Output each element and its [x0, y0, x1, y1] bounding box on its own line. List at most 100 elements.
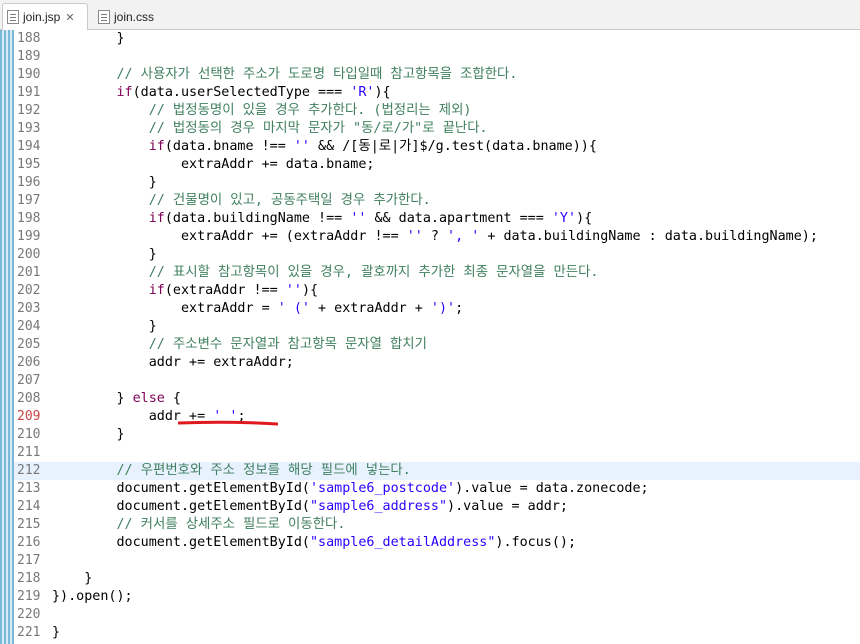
code-line[interactable]: 210 } [14, 426, 860, 444]
code-text: } [52, 570, 92, 588]
code-text: // 법정동명이 있을 경우 추가한다. (법정리는 제외) [52, 102, 472, 120]
code-line[interactable]: 188 } [14, 30, 860, 48]
code-line[interactable]: 204 } [14, 318, 860, 336]
code-token: addr += extraAddr; [52, 355, 294, 370]
code-line[interactable]: 190 // 사용자가 선택한 주소가 도로명 타입일때 참고항목을 조합한다. [14, 66, 860, 84]
code-line[interactable]: 212 // 우편번호와 주소 정보를 해당 필드에 넣는다. [14, 462, 860, 480]
code-token: ')' [430, 301, 456, 316]
code-line[interactable]: 208 } else { [14, 390, 860, 408]
line-number: 195 [17, 157, 41, 172]
code-token: if [116, 85, 133, 100]
code-token: (data.userSelectedType === [132, 85, 351, 100]
line-number: 211 [17, 445, 41, 460]
line-number: 217 [17, 553, 41, 568]
code-text: } [52, 174, 157, 192]
code-token: if [148, 139, 165, 154]
code-line[interactable]: 216 document.getElementById("sample6_det… [14, 534, 860, 552]
code-line[interactable]: 214 document.getElementById("sample6_add… [14, 498, 860, 516]
code-text: if(data.bname !== '' && /[동|로|가]$/g.test… [52, 138, 597, 156]
code-line[interactable]: 217 [14, 552, 860, 570]
line-number: 213 [17, 481, 41, 496]
code-line[interactable]: 209 addr += ' '; [14, 408, 860, 426]
code-line[interactable]: 195 extraAddr += data.bname; [14, 156, 860, 174]
line-number: 212 [17, 463, 41, 478]
code-line[interactable]: 197 // 건물명이 있고, 공동주택일 경우 추가한다. [14, 192, 860, 210]
code-token: ).value = addr; [447, 499, 568, 514]
code-editor[interactable]: 188 } 189 190 // 사용자가 선택한 주소가 도로명 타입일때 참고항… [0, 30, 860, 644]
code-text: } [52, 624, 60, 642]
code-line[interactable]: 199 extraAddr += (extraAddr !== '' ? ', … [14, 228, 860, 246]
code-token: (data.bname !== [164, 139, 294, 154]
code-line[interactable]: 220 [14, 606, 860, 624]
close-icon[interactable]: ✕ [65, 11, 74, 24]
line-number: 196 [17, 175, 41, 190]
code-token: (data.buildingName !== [164, 211, 351, 226]
code-token: } [52, 391, 133, 406]
code-token: ){ [374, 85, 391, 100]
code-line[interactable]: 200 } [14, 246, 860, 264]
code-text: // 사용자가 선택한 주소가 도로명 타입일때 참고항목을 조합한다. [52, 66, 517, 84]
line-number: 214 [17, 499, 41, 514]
code-line[interactable]: 203 extraAddr = ' (' + extraAddr + ')'; [14, 300, 860, 318]
code-line[interactable]: 202 if(extraAddr !== ''){ [14, 282, 860, 300]
line-number: 216 [17, 535, 41, 550]
code-line[interactable]: 193 // 법정동의 경우 마지막 문자가 "동/로/가"로 끝난다. [14, 120, 860, 138]
code-line[interactable]: 196 } [14, 174, 860, 192]
code-line[interactable]: 191 if(data.userSelectedType === 'R'){ [14, 84, 860, 102]
line-number: 197 [17, 193, 41, 208]
code-text: addr += extraAddr; [52, 354, 294, 372]
tab-join-css[interactable]: join.css [94, 3, 166, 30]
code-text: extraAddr = ' (' + extraAddr + ')'; [52, 300, 463, 318]
code-line[interactable]: 219}).open(); [14, 588, 860, 606]
code-token: && data.apartment === [366, 211, 552, 226]
code-line[interactable]: 194 if(data.bname !== '' && /[동|로|가]$/g.… [14, 138, 860, 156]
code-token: (extraAddr !== [164, 283, 286, 298]
line-number: 219 [17, 589, 41, 604]
code-line[interactable]: 198 if(data.buildingName !== '' && data.… [14, 210, 860, 228]
line-number: 191 [17, 85, 41, 100]
code-token: } [52, 31, 125, 46]
code-text: } else { [52, 390, 181, 408]
code-text: // 커서를 상세주소 필드로 이동한다. [52, 516, 345, 534]
code-text: // 건물명이 있고, 공동주택일 경우 추가한다. [52, 192, 431, 210]
code-line[interactable]: 213 document.getElementById('sample6_pos… [14, 480, 860, 498]
editor-tab-bar: join.jsp ✕ join.css [0, 0, 860, 30]
code-line[interactable]: 201 // 표시할 참고항목이 있을 경우, 괄호까지 추가한 최종 문자열을… [14, 264, 860, 282]
code-text: if(data.buildingName !== '' && data.apar… [52, 210, 592, 228]
code-token: + extraAddr + [309, 301, 431, 316]
code-line[interactable]: 215 // 커서를 상세주소 필드로 이동한다. [14, 516, 860, 534]
code-text: document.getElementById('sample6_postcod… [52, 480, 648, 498]
code-token: // 법정동명이 있을 경우 추가한다. (법정리는 제외) [52, 103, 472, 118]
line-number: 204 [17, 319, 41, 334]
code-line[interactable]: 221} [14, 624, 860, 642]
tab-join-jsp[interactable]: join.jsp ✕ [2, 3, 88, 30]
line-number: 208 [17, 391, 41, 406]
code-token: if [148, 283, 165, 298]
code-token: 'R' [350, 85, 375, 100]
line-number: 201 [17, 265, 41, 280]
line-number: 210 [17, 427, 41, 442]
code-token: // 커서를 상세주소 필드로 이동한다. [52, 517, 346, 532]
code-token: // 우편번호와 주소 정보를 해당 필드에 넣는다. [52, 463, 411, 478]
code-token: '' [406, 229, 423, 244]
code-line[interactable]: 218 } [14, 570, 860, 588]
code-line[interactable]: 205 // 주소변수 문자열과 참고항목 문자열 합치기 [14, 336, 860, 354]
line-number: 200 [17, 247, 41, 262]
code-line[interactable]: 192 // 법정동명이 있을 경우 추가한다. (법정리는 제외) [14, 102, 860, 120]
code-line[interactable]: 207 [14, 372, 860, 390]
code-line[interactable]: 206 addr += extraAddr; [14, 354, 860, 372]
code-token: extraAddr = [52, 301, 278, 316]
code-token: ).focus(); [495, 535, 577, 550]
code-line[interactable]: 189 [14, 48, 860, 66]
code-text: // 표시할 참고항목이 있을 경우, 괄호까지 추가한 최종 문자열을 만든다… [52, 264, 599, 282]
code-token: // 주소변수 문자열과 참고항목 문자열 합치기 [52, 337, 427, 352]
code-line[interactable]: 211 [14, 444, 860, 462]
code-token: // 법정동의 경우 마지막 문자가 "동/로/가"로 끝난다. [52, 121, 488, 136]
code-text: // 우편번호와 주소 정보를 해당 필드에 넣는다. [52, 462, 411, 480]
code-text: document.getElementById("sample6_address… [52, 498, 568, 516]
code-token: 'sample6_postcode' [309, 481, 456, 496]
code-text: // 주소변수 문자열과 참고항목 문자열 합치기 [52, 336, 427, 354]
code-token: ', ' [447, 229, 480, 244]
